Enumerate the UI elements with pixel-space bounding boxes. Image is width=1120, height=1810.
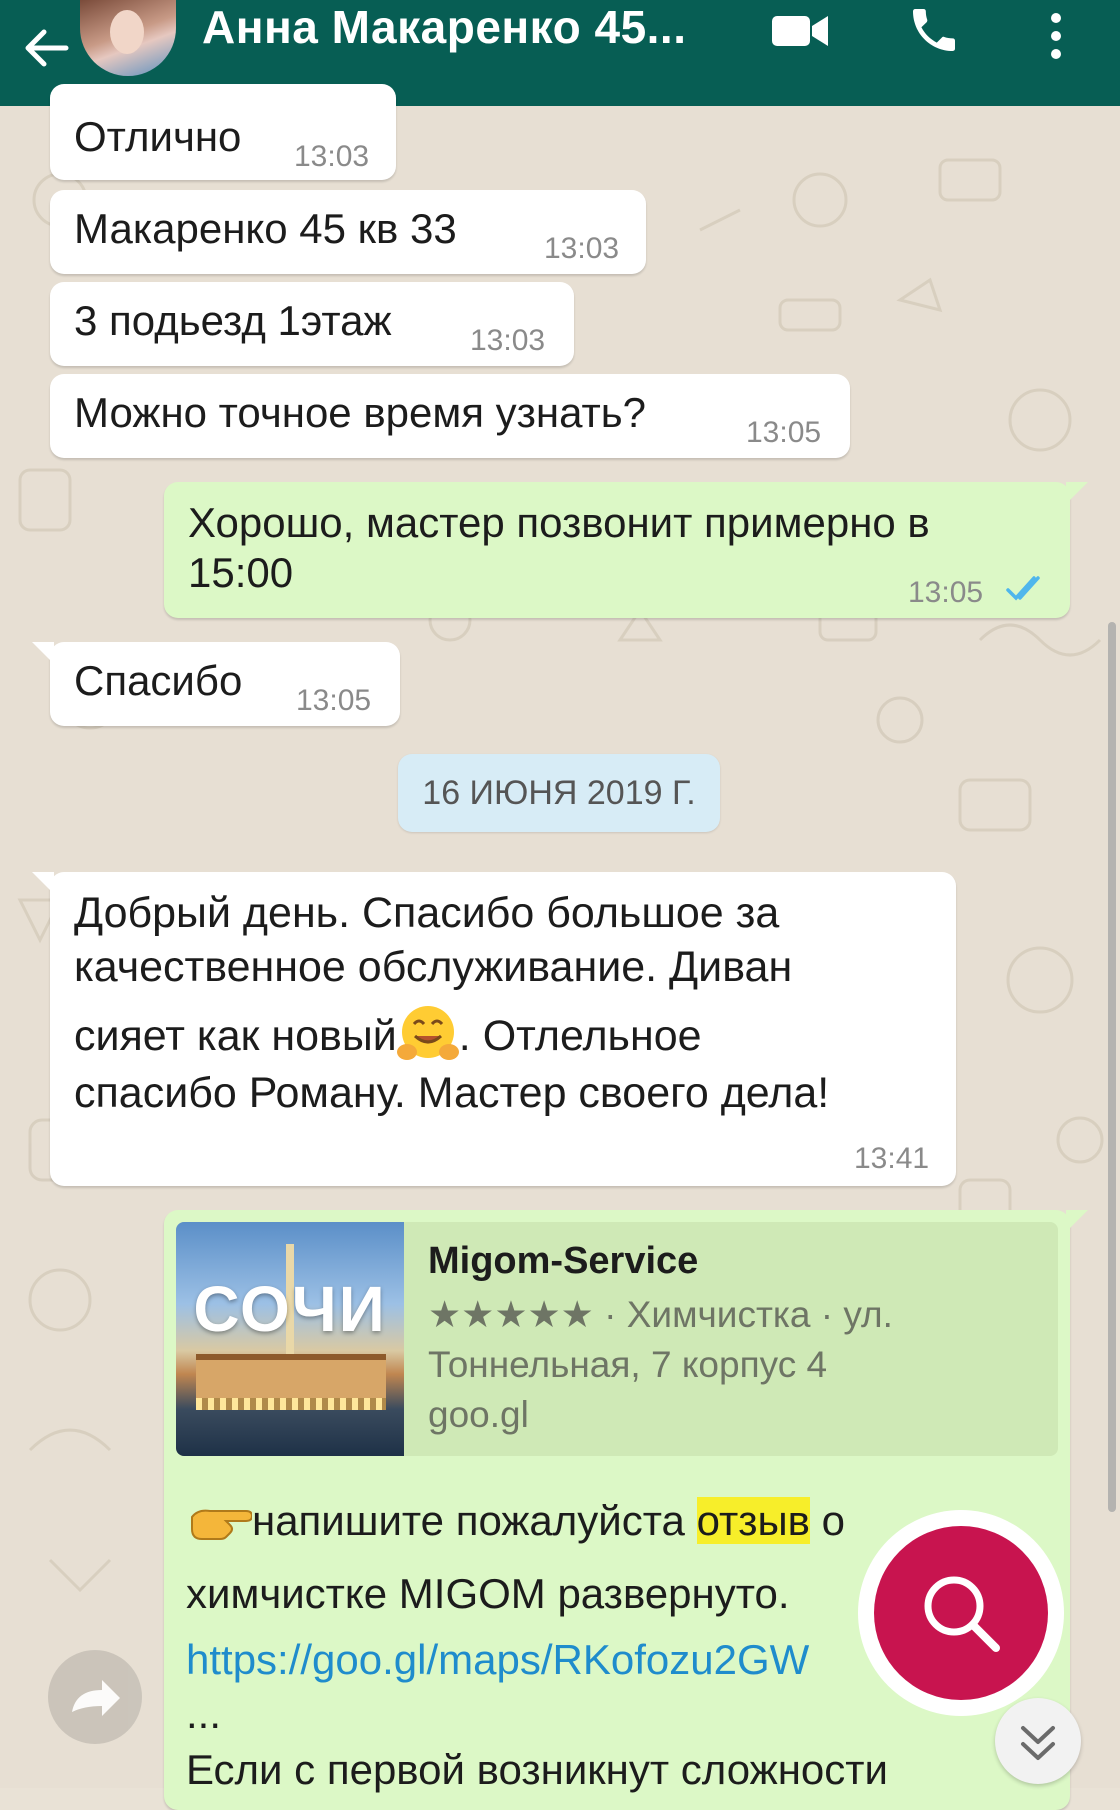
search-highlight: отзыв [696,1497,810,1544]
message-time: 13:05 [746,416,822,449]
message-text: 3 подьезд 1этаж [74,297,392,344]
message-text-line3: сияет как новый . Отлельное [74,1004,702,1064]
message-text-line1: Добрый день. Спасибо большое за [74,889,780,937]
message-text: Макаренко 45 кв 33 [74,205,457,252]
link-preview[interactable]: СОЧИ Migom-Service ★★★★★ · Химчистка · у… [176,1222,1058,1456]
preview-desc-part1: · Химчистка · ул. [593,1294,893,1335]
rating-stars: ★★★★★ [428,1294,594,1335]
search-fab-inner [874,1526,1048,1700]
message-text-fragment: сияет как новый [74,1012,397,1060]
search-fab[interactable] [858,1510,1064,1716]
link-preview-image: СОЧИ [176,1222,404,1456]
link-preview-description: ★★★★★ · Химчистка · ул. Тоннельная, 7 ко… [428,1290,1048,1440]
hugging-face-emoji-icon [396,1006,459,1060]
card-ellipsis: ... [186,1690,222,1737]
message-text: Отлично [74,113,242,160]
contact-name[interactable]: Анна Макаренко 45... [202,2,687,52]
card-text-fragment: о [810,1497,846,1544]
avatar-face [110,10,144,54]
message-bubble-incoming[interactable]: Можно точное время узнать? 13:05 [50,374,850,458]
message-bubble-incoming[interactable]: Отлично 13:03 [50,84,396,180]
message-text-line2: 15:00 [188,549,294,596]
message-time: 13:05 [296,684,372,717]
message-bubble-outgoing[interactable]: Хорошо, мастер позвонит примерно в 15:00… [164,482,1088,618]
message-text-line1: Хорошо, мастер позвонит примерно в [188,499,930,546]
card-text-last: Если с первой возникнут сложности [186,1746,888,1793]
forward-button[interactable] [48,1650,142,1744]
message-text: Спасибо [74,657,243,704]
image-lights [196,1398,386,1410]
message-text-fragment: . Отлельное [458,1012,702,1060]
preview-domain: goo.gl [428,1394,529,1435]
link-preview-title: Migom-Service [428,1240,699,1282]
message-bubble-incoming[interactable]: Спасибо 13:05 [32,642,400,726]
card-text-line1: напишите пожалуйста отзыв о [186,1494,845,1548]
scroll-to-bottom-button[interactable] [995,1698,1081,1784]
back-arrow-icon[interactable] [18,20,74,76]
message-text-line4: спасибо Роману. Мастер своего дела! [74,1069,830,1117]
card-text-fragment: напишите пожалуйста [252,1497,697,1544]
forward-arrow-icon [72,1680,120,1716]
image-caption: СОЧИ [193,1273,387,1345]
message-time: 13:05 [908,576,984,609]
scrollbar[interactable] [1108,622,1116,1512]
date-divider: 16 ИЮНЯ 2019 Г. [398,754,720,832]
message-time: 13:03 [470,324,546,357]
message-bubble-incoming[interactable]: Макаренко 45 кв 33 13:03 [50,190,646,274]
contact-avatar[interactable] [80,0,176,76]
message-text-line2: качественное обслуживание. Диван [74,943,793,991]
message-time: 13:03 [544,232,620,265]
card-link[interactable]: https://goo.gl/maps/RKofozu2GW [186,1636,809,1684]
video-call-icon[interactable] [770,8,830,52]
search-icon [924,1576,1000,1652]
image-building [196,1354,386,1404]
message-text: Можно точное время узнать? [74,389,647,436]
message-bubble-incoming[interactable]: 3 подьезд 1этаж 13:03 [50,282,574,366]
pointing-hand-emoji-icon [191,1509,254,1540]
phone-icon[interactable] [906,2,962,58]
double-chevron-down-icon [1021,1726,1055,1760]
card-text-line2: химчистке MIGOM развернуто. [186,1570,790,1617]
message-bubble-incoming[interactable]: Добрый день. Спасибо большое за качестве… [32,872,956,1186]
message-time: 13:41 [854,1142,930,1175]
more-vertical-icon[interactable] [1044,8,1068,64]
preview-desc-part2: Тоннельная, 7 корпус 4 [428,1344,828,1385]
read-receipt-icon [1006,576,1040,601]
message-time: 13:03 [294,140,370,173]
